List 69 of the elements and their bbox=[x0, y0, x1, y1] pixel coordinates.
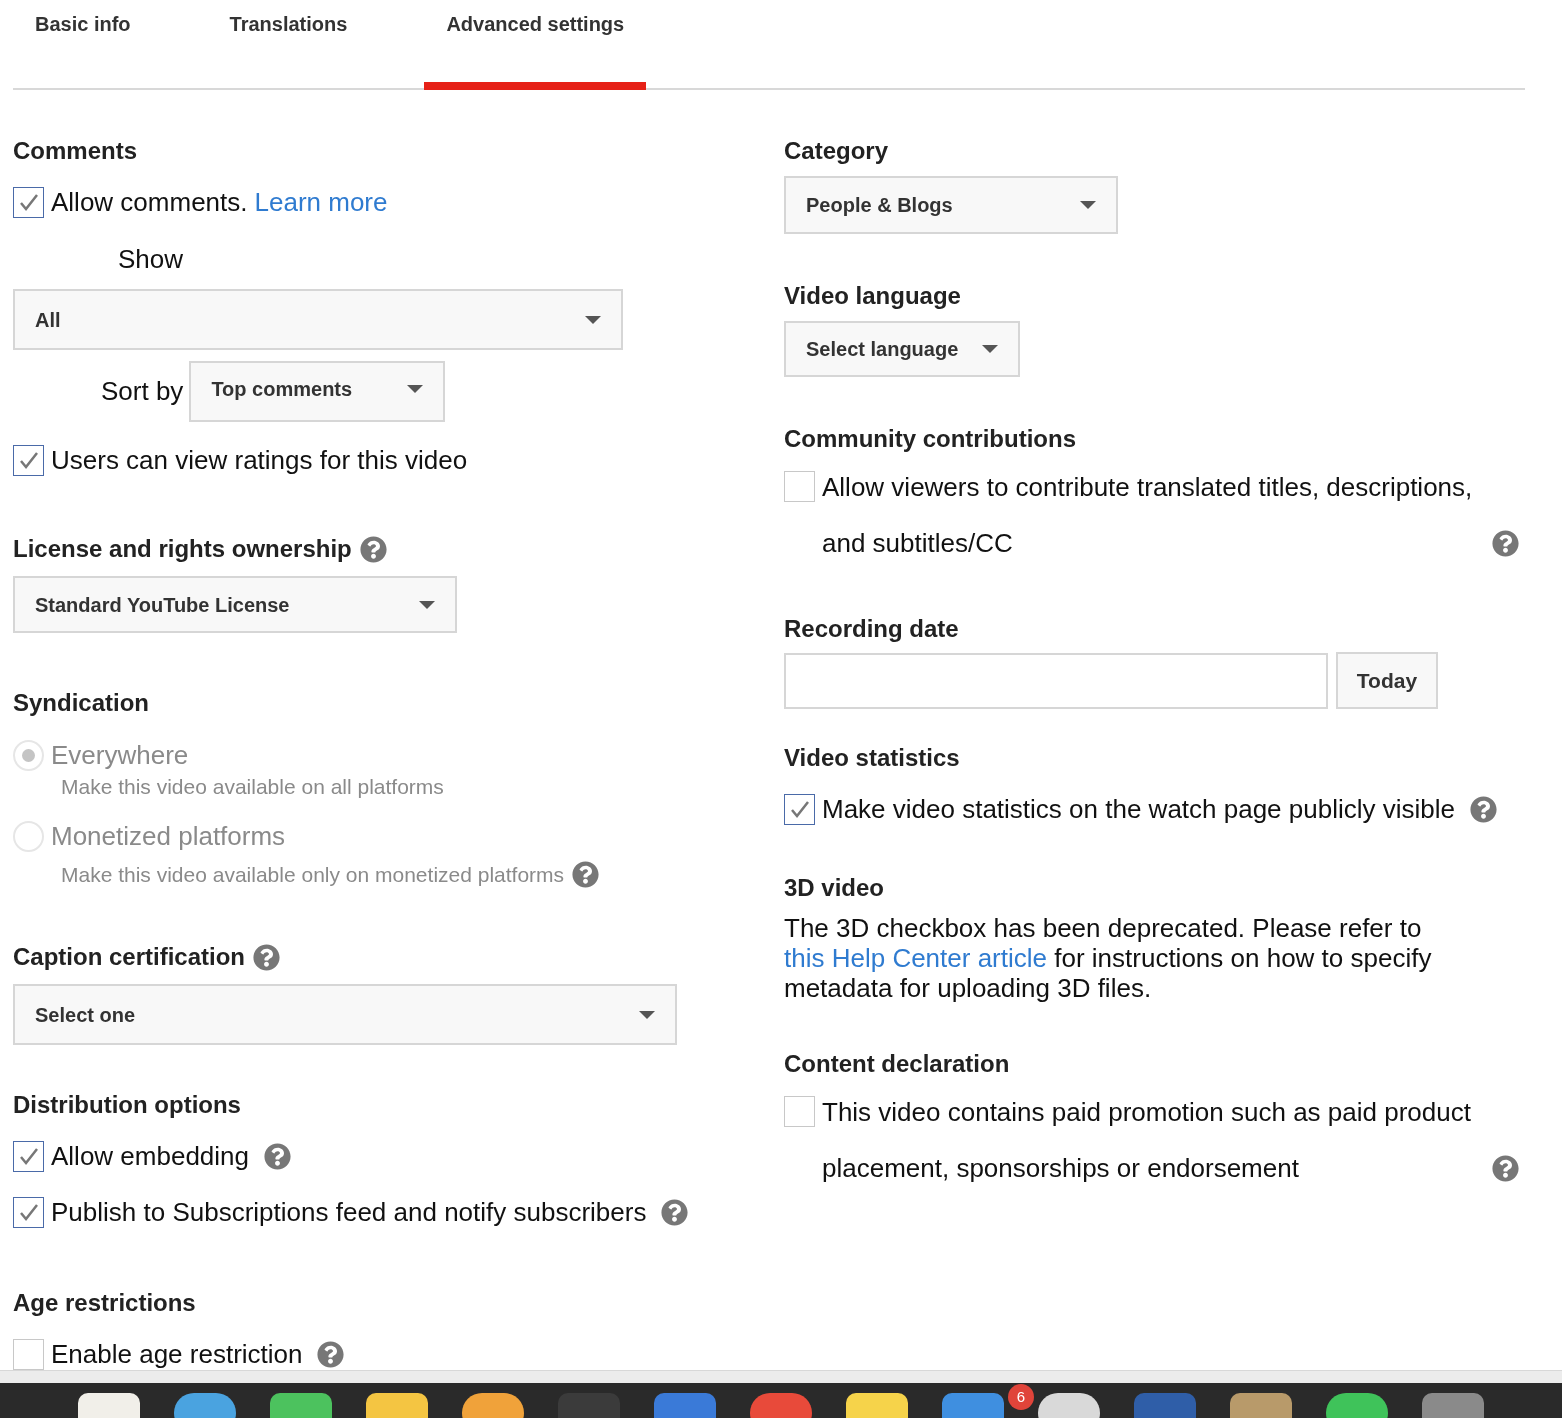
section-heading: Distribution options bbox=[13, 1090, 241, 1120]
section-heading: Video language bbox=[784, 281, 961, 311]
checkbox-label: Publish to Subscriptions feed and notify subscribers bbox=[51, 1195, 647, 1229]
radio-label: Monetized platforms bbox=[51, 819, 286, 853]
tab[interactable]: Basic info bbox=[13, 0, 153, 90]
checkbox-label: This video contains paid promotion such as paid product placement, sponsorships or endorsement bbox=[822, 1096, 1472, 1185]
help-icon[interactable] bbox=[264, 1142, 291, 1170]
radio-description: Make this video available on all platforms bbox=[61, 775, 444, 799]
help-icon[interactable] bbox=[359, 535, 387, 563]
checkbox-label: Allow embedding bbox=[51, 1139, 249, 1173]
sort-label: Sort by bbox=[101, 375, 184, 408]
checkbox[interactable] bbox=[784, 1096, 815, 1127]
help-icon[interactable] bbox=[317, 1340, 345, 1368]
caret-icon bbox=[982, 345, 998, 353]
tab[interactable]: Advanced settings bbox=[424, 0, 647, 90]
notification-badge: 6 bbox=[1008, 1384, 1034, 1410]
caret-icon bbox=[407, 384, 424, 393]
section-heading: License and rights ownership bbox=[13, 534, 352, 564]
today-button[interactable]: Today bbox=[1336, 652, 1438, 709]
help-icon[interactable] bbox=[661, 1198, 689, 1226]
checkbox[interactable] bbox=[13, 444, 44, 476]
checkmark-icon bbox=[17, 1202, 40, 1222]
dropdown[interactable]: Select one bbox=[13, 984, 677, 1045]
checkbox-label: Make video statistics on the watch page publicly visible bbox=[822, 792, 1455, 826]
checkbox-label: Users can view ratings for this video bbox=[51, 443, 468, 477]
help-icon[interactable] bbox=[253, 943, 281, 971]
section-heading: Community contributions bbox=[784, 424, 1076, 454]
dropdown[interactable]: Top comments bbox=[189, 361, 446, 422]
dropdown[interactable]: Select language bbox=[784, 321, 1020, 377]
checkbox-label: Enable age restriction bbox=[51, 1337, 303, 1370]
caret-icon bbox=[1080, 201, 1096, 209]
caret-icon bbox=[639, 1010, 655, 1019]
caret-icon bbox=[585, 315, 601, 324]
help-icon[interactable] bbox=[1492, 529, 1519, 557]
dropdown[interactable]: All bbox=[13, 289, 623, 350]
checkbox[interactable] bbox=[13, 1338, 44, 1370]
section-heading: Category bbox=[784, 136, 889, 166]
section-heading: Age restrictions bbox=[13, 1288, 196, 1318]
section-heading: Caption certification bbox=[13, 942, 246, 972]
checkbox[interactable] bbox=[13, 1140, 44, 1172]
deprecation-notice: The 3D checkbox has been deprecated. Please refer to this Help Center article for instructions on how to specify metadata for uploading 3D files. bbox=[784, 913, 1433, 1003]
checkbox-label: Allow comments. bbox=[51, 185, 248, 219]
tab[interactable]: Translations bbox=[207, 0, 370, 90]
checkmark-icon bbox=[17, 450, 40, 470]
help-center-link[interactable]: this Help Center article bbox=[784, 943, 1047, 973]
section-heading: Syndication bbox=[13, 688, 150, 718]
date-input-field[interactable] bbox=[784, 652, 1328, 709]
checkbox[interactable] bbox=[13, 186, 44, 218]
section-heading: 3D video bbox=[784, 873, 885, 903]
dropdown[interactable]: Standard YouTube License bbox=[13, 576, 457, 633]
dropdown[interactable]: People & Blogs bbox=[784, 176, 1118, 234]
radio-description: Make this video available only on monetized platforms bbox=[61, 862, 565, 887]
learn-more-link[interactable]: Learn more bbox=[254, 182, 388, 222]
section-heading: Video statistics bbox=[784, 743, 960, 773]
checkmark-icon bbox=[788, 799, 811, 819]
checkbox[interactable] bbox=[13, 1196, 44, 1228]
section-heading: Comments bbox=[13, 136, 138, 166]
checkbox[interactable] bbox=[784, 471, 815, 502]
section-heading: Recording date bbox=[784, 614, 959, 644]
checkbox[interactable] bbox=[784, 793, 815, 825]
help-icon[interactable] bbox=[1492, 1154, 1519, 1182]
radio-label: Everywhere bbox=[51, 738, 189, 772]
checkbox-label: Allow viewers to contribute translated titles, descriptions, and subtitles/CC bbox=[822, 471, 1474, 560]
show-label: Show bbox=[118, 244, 185, 274]
checkmark-icon bbox=[17, 192, 40, 212]
section-heading: Content declaration bbox=[784, 1049, 1010, 1079]
help-icon[interactable] bbox=[1470, 795, 1497, 823]
checkmark-icon bbox=[17, 1146, 40, 1166]
caret-icon bbox=[419, 600, 435, 609]
